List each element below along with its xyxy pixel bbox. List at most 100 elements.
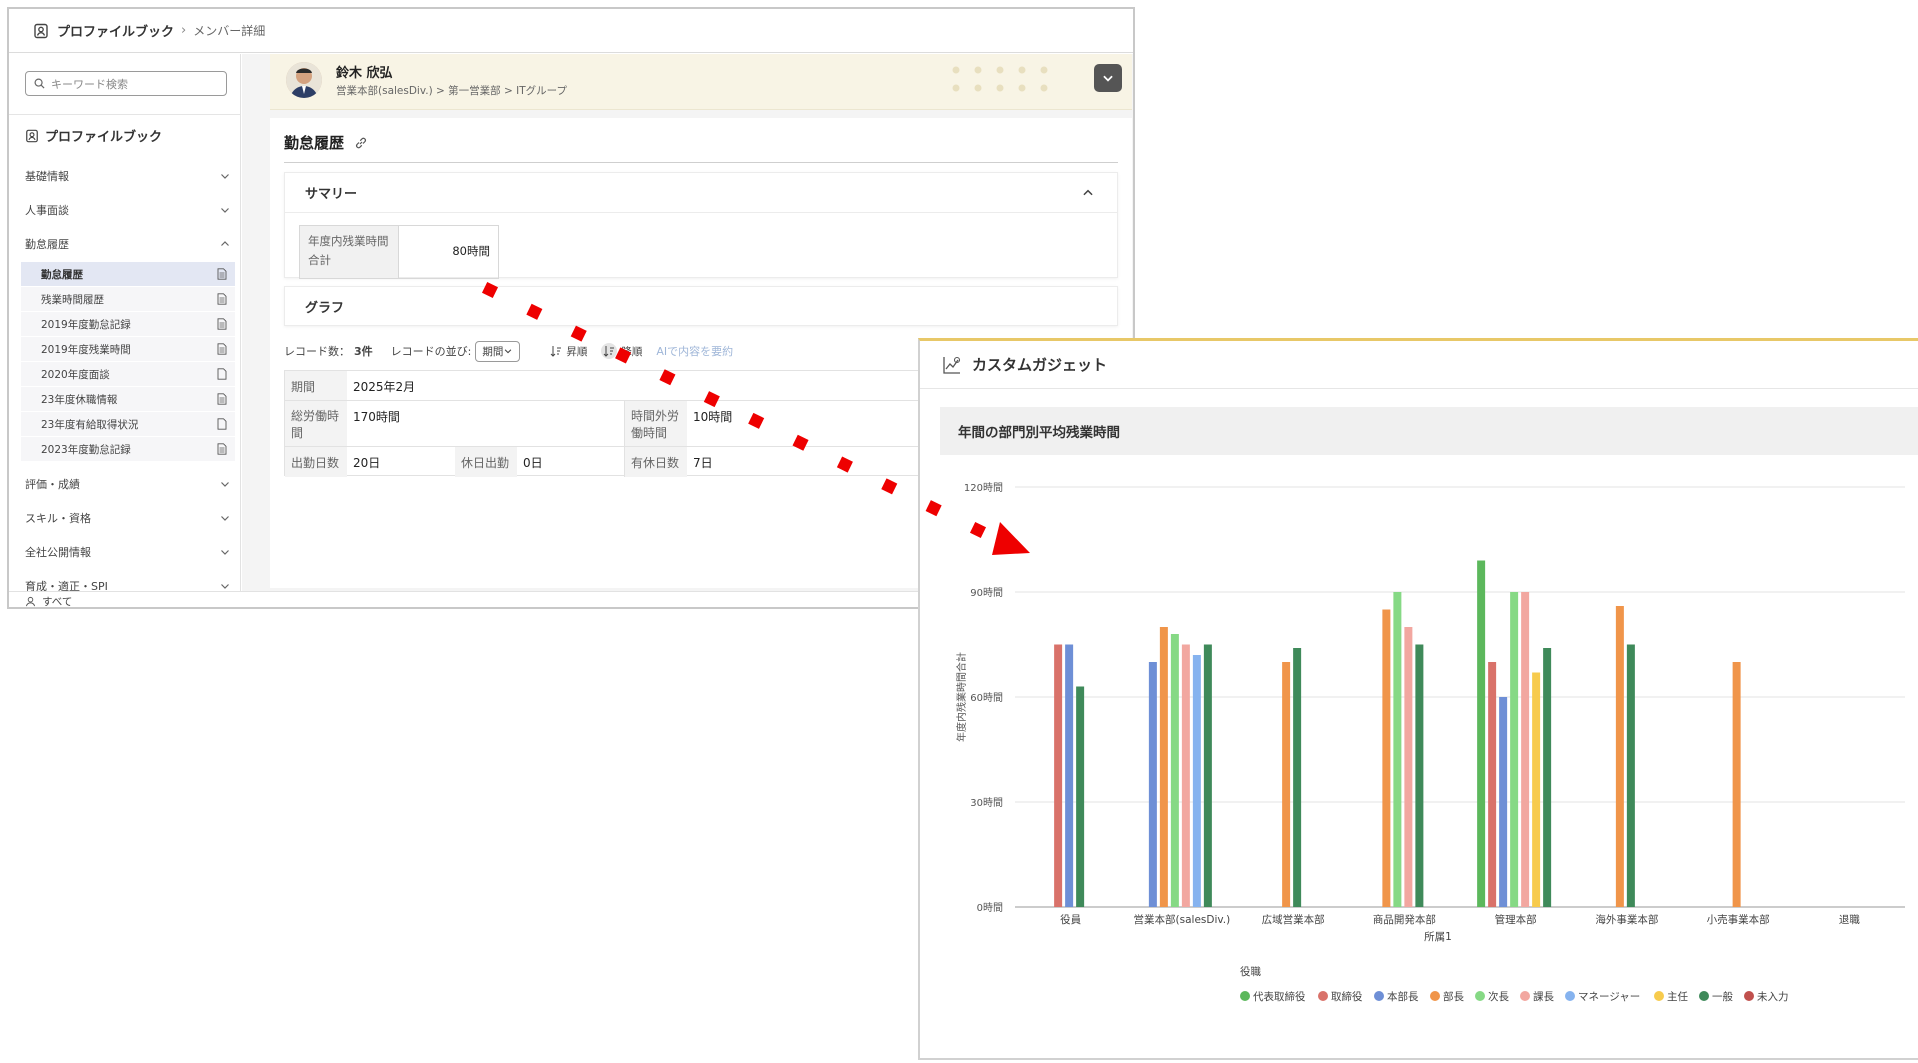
- sidebar: キーワード検索 プロファイルブック 基礎情報 人事面談 勤怠履歴 勤怠履歴 残業…: [9, 54, 241, 591]
- legend-item: 部長: [1443, 990, 1465, 1003]
- y-tick-label: 90時間: [970, 587, 1003, 599]
- divider: [9, 114, 240, 115]
- x-tick-label: 営業本部(salesDiv.): [1134, 913, 1231, 926]
- bar: [1159, 627, 1168, 907]
- sidebar-item-2019-overtime[interactable]: 2019年度残業時間: [21, 337, 235, 361]
- y-tick-label: 120時間: [964, 482, 1003, 494]
- sidebar-section-training[interactable]: 育成・適正・SPI: [25, 576, 231, 591]
- sidebar-item-label: 23年度休職情報: [41, 393, 118, 406]
- section-label: 全社公開情報: [25, 546, 91, 559]
- bar: [1543, 648, 1552, 907]
- link-icon[interactable]: [354, 136, 368, 150]
- sidebar-section-public-info[interactable]: 全社公開情報: [25, 542, 231, 562]
- sidebar-item-2020-interview[interactable]: 2020年度面談: [21, 362, 235, 386]
- section-label: 勤怠履歴: [25, 238, 69, 251]
- profile-header: 鈴木 欣弘 営業本部(salesDiv.) > 第一営業部 > ITグループ: [270, 54, 1132, 110]
- sidebar-item-attendance-history[interactable]: 勤怠履歴: [21, 262, 235, 286]
- section-label: 基礎情報: [25, 170, 69, 183]
- legend-marker: [1744, 991, 1754, 1001]
- bar: [1510, 592, 1519, 907]
- chevron-down-icon: [221, 550, 229, 555]
- bar: [1499, 697, 1508, 907]
- sort-select-value: 期間: [482, 345, 504, 358]
- legend-item: 代表取締役: [1253, 990, 1306, 1003]
- legend-item: マネージャー: [1578, 991, 1640, 1003]
- legend-item: 取締役: [1331, 990, 1363, 1003]
- sort-ascending-label: 昇順: [566, 345, 588, 358]
- legend-item: 未入力: [1757, 990, 1789, 1003]
- bar: [1626, 644, 1635, 907]
- bar: [1732, 662, 1741, 907]
- chevron-down-icon: [1103, 75, 1113, 82]
- avatar: [286, 62, 322, 98]
- x-tick-label: 退職: [1839, 914, 1861, 926]
- x-tick-label: 広域営業本部: [1262, 913, 1325, 926]
- chart-title-bar: 年間の部門別平均残業時間: [940, 407, 1918, 455]
- document-icon: [217, 343, 227, 355]
- period-label: 期間: [285, 371, 347, 400]
- overtime-label: 時間外労働時間: [625, 401, 687, 446]
- bar: [1477, 560, 1486, 907]
- attend-days-label: 出勤日数: [285, 447, 347, 477]
- y-axis-label: 年度内残業時間合計: [955, 652, 968, 742]
- sort-select[interactable]: 期間: [475, 340, 521, 362]
- y-tick-label: 0時間: [977, 902, 1003, 914]
- chevron-down-icon: [221, 482, 229, 487]
- chevron-down-icon: [221, 208, 229, 213]
- sidebar-item-23-paid-leave[interactable]: 23年度有給取得状況: [21, 412, 235, 436]
- legend-item: 主任: [1667, 990, 1689, 1003]
- document-icon: [217, 443, 227, 455]
- custom-gadget-window: カスタムガジェット 年間の部門別平均残業時間 0時間 30時間 60時間 90時間 12…: [918, 338, 1918, 1060]
- bar: [1181, 644, 1190, 907]
- y-tick-label: 60時間: [970, 692, 1003, 704]
- sidebar-title[interactable]: プロファイルブック: [25, 126, 162, 145]
- sidebar-section-interview[interactable]: 人事面談: [25, 200, 231, 220]
- top-bar: プロファイルブック › メンバー詳細: [9, 9, 1133, 53]
- app-title[interactable]: プロファイルブック: [57, 21, 174, 40]
- sidebar-section-skills[interactable]: スキル・資格: [25, 508, 231, 528]
- sidebar-item-2019-attendance[interactable]: 2019年度勤怠記録: [21, 312, 235, 336]
- y-tick-label: 30時間: [970, 797, 1003, 809]
- paid-leave-value: 7日: [693, 456, 713, 470]
- ai-summary-link[interactable]: AIで内容を要約: [656, 343, 733, 359]
- record-count-label: レコード数：: [284, 345, 350, 358]
- sort-descending-button[interactable]: 降順: [601, 343, 642, 359]
- sidebar-item-overtime-history[interactable]: 残業時間履歴: [21, 287, 235, 311]
- graph-panel-header[interactable]: グラフ: [284, 286, 1118, 326]
- bar: [1192, 655, 1201, 907]
- legend-marker: [1374, 991, 1384, 1001]
- x-tick-label: 管理本部: [1495, 913, 1537, 926]
- section-label: 人事面談: [25, 204, 69, 217]
- legend-item: 本部長: [1387, 990, 1419, 1003]
- profile-book-icon: [34, 23, 48, 38]
- bar: [1054, 644, 1063, 907]
- sidebar-section-attendance[interactable]: 勤怠履歴: [25, 234, 231, 254]
- legend-marker: [1240, 991, 1250, 1001]
- bar: [1148, 662, 1157, 907]
- bar: [1382, 609, 1391, 907]
- chevron-down-icon: [221, 174, 229, 179]
- sort-ascending-icon: [551, 346, 562, 357]
- sidebar-item-label: 勤怠履歴: [41, 268, 83, 281]
- summary-header[interactable]: サマリー: [285, 173, 1117, 213]
- sidebar-section-evaluation[interactable]: 評価・成績: [25, 474, 231, 494]
- legend-marker: [1318, 991, 1328, 1001]
- search-icon: [34, 78, 45, 89]
- sort-ascending-button[interactable]: 昇順: [550, 344, 587, 359]
- search-input[interactable]: キーワード検索: [25, 71, 227, 96]
- chevron-down-icon: [221, 584, 229, 589]
- summary-label: 年度内残業時間合計: [300, 226, 399, 278]
- sidebar-item-2023-attendance[interactable]: 2023年度勤怠記録: [21, 437, 235, 461]
- bar: [1615, 606, 1624, 907]
- document-icon: [217, 318, 227, 330]
- divider: [284, 162, 1118, 163]
- bar-chart: 0時間 30時間 60時間 90時間 120時間年度内残業時間合計役員 営業本部(sale…: [955, 482, 1905, 1003]
- summary-heading: サマリー: [305, 187, 358, 202]
- expand-profile-button[interactable]: [1094, 64, 1122, 92]
- holiday-work-value: 0日: [517, 447, 625, 477]
- sidebar-item-23-leave[interactable]: 23年度休職情報: [21, 387, 235, 411]
- breadcrumb-separator-icon: ›: [181, 23, 187, 38]
- sidebar-section-basic[interactable]: 基礎情報: [25, 166, 231, 186]
- summary-value: 80時間: [452, 244, 490, 258]
- sidebar-item-label: 23年度有給取得状況: [41, 418, 139, 431]
